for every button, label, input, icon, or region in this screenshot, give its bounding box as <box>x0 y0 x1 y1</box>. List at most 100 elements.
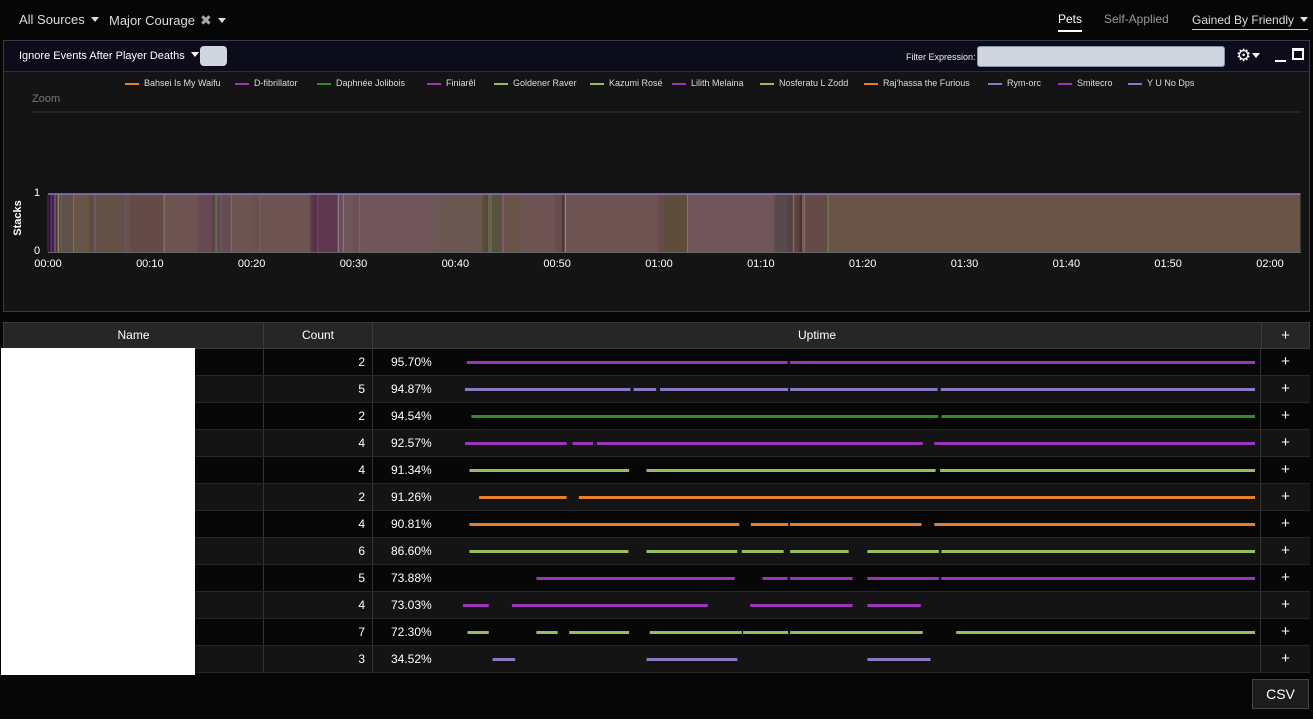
chevron-down-icon <box>1252 53 1261 58</box>
legend-item[interactable]: Finiarêl <box>427 78 476 88</box>
gained-by-dropdown[interactable]: Gained By Friendly <box>1192 13 1309 30</box>
zoom-label[interactable]: Zoom <box>32 93 60 105</box>
expand-row-button[interactable]: + <box>1261 538 1310 564</box>
top-bar: All Sources Major Courage ✖ Pets Self-App… <box>0 0 1313 40</box>
area-segment <box>828 194 1301 252</box>
legend-label: Rym-orc <box>1007 78 1041 88</box>
column-header-uptime[interactable]: Uptime <box>373 323 1262 348</box>
expand-row-button[interactable]: + <box>1261 484 1310 510</box>
expand-all-button[interactable]: + <box>1262 323 1309 348</box>
legend-item[interactable]: D-fibrillator <box>235 78 298 88</box>
count-cell: 2 <box>264 349 373 375</box>
legend-label: Nosferatu L Zodd <box>779 78 848 88</box>
expand-row-button[interactable]: + <box>1261 430 1310 456</box>
legend-item[interactable]: Daphnée Jolibois <box>317 78 406 88</box>
uptime-cell: 91.26% <box>373 484 1261 510</box>
table-row[interactable]: 4 73.03% + <box>3 592 1310 619</box>
legend-label: Raj'hassa the Furious <box>883 78 970 88</box>
uptime-cell: 86.60% <box>373 538 1261 564</box>
ignore-deaths-toggle[interactable] <box>200 46 227 66</box>
table-row[interactable]: 3 34.52% + <box>3 646 1310 673</box>
chart-panel-header: Ignore Events After Player Deaths Filter… <box>4 41 1309 72</box>
uptime-timeline <box>479 496 1255 499</box>
x-tick-label: 00:50 <box>543 258 571 270</box>
expand-row-button[interactable]: + <box>1261 619 1310 645</box>
redacted-name-column <box>1 348 195 675</box>
table-row[interactable]: 4 90.81% + <box>3 511 1310 538</box>
count-cell: 2 <box>264 403 373 429</box>
uptime-bar <box>646 469 936 472</box>
uptime-bar <box>941 550 1255 553</box>
legend-item[interactable]: Lilith Melaina <box>672 78 744 88</box>
table-row[interactable]: 7 72.30% + <box>3 619 1310 646</box>
table-row[interactable]: 2 95.70% + <box>3 349 1310 376</box>
uptime-cell: 72.30% <box>373 619 1261 645</box>
x-tick-label: 00:10 <box>136 258 164 270</box>
uptime-bar <box>790 577 853 580</box>
column-header-count[interactable]: Count <box>264 323 373 348</box>
table-row[interactable]: 5 94.87% + <box>3 376 1310 403</box>
uptime-bar <box>790 361 1255 364</box>
expand-row-button[interactable]: + <box>1261 376 1310 402</box>
uptime-cell: 94.54% <box>373 403 1261 429</box>
count-cell: 5 <box>264 565 373 591</box>
legend-label: D-fibrillator <box>254 78 298 88</box>
uptime-timeline <box>469 469 1255 472</box>
buff-dropdown[interactable]: Major Courage ✖ <box>109 12 226 29</box>
uptime-timeline <box>464 442 1255 445</box>
y-axis-label: Stacks <box>12 200 24 235</box>
expand-row-button[interactable]: + <box>1261 403 1310 429</box>
area-segment <box>216 194 311 252</box>
uptime-bar <box>466 361 788 364</box>
gained-by-label: Gained By Friendly <box>1192 13 1295 27</box>
uptime-bar <box>790 523 922 526</box>
legend-item[interactable]: Goldener Raver <box>494 78 577 88</box>
clear-icon[interactable]: ✖ <box>200 12 212 29</box>
table-row[interactable]: 4 92.57% + <box>3 430 1310 457</box>
ignore-deaths-dropdown[interactable]: Ignore Events After Player Deaths <box>19 50 199 62</box>
x-tick-label: 00:20 <box>238 258 266 270</box>
table-row[interactable]: 5 73.88% + <box>3 565 1310 592</box>
uptime-timeline <box>492 658 931 661</box>
uptime-bar <box>956 631 1255 634</box>
table-row[interactable]: 2 94.54% + <box>3 403 1310 430</box>
area-series-group <box>47 194 1301 252</box>
filter-expression-input[interactable] <box>977 46 1225 67</box>
legend-item[interactable]: Kazumi Rosé <box>590 78 663 88</box>
expand-row-button[interactable]: + <box>1261 592 1310 618</box>
legend-item[interactable]: Smitecro <box>1058 78 1113 88</box>
x-tick-label: 01:40 <box>1053 258 1081 270</box>
column-header-name[interactable]: Name <box>4 323 264 348</box>
x-tick-label: 01:50 <box>1154 258 1182 270</box>
expand-row-button[interactable]: + <box>1261 349 1310 375</box>
uptime-cell: 73.88% <box>373 565 1261 591</box>
expand-row-button[interactable]: + <box>1261 646 1310 672</box>
csv-export-button[interactable]: CSV <box>1252 679 1309 709</box>
uptime-bar <box>790 550 849 553</box>
y-tick-label: 1 <box>34 187 40 199</box>
expand-row-button[interactable]: + <box>1261 565 1310 591</box>
legend-item[interactable]: Raj'hassa the Furious <box>864 78 970 88</box>
minimize-icon[interactable] <box>1274 48 1287 64</box>
uptime-bar <box>941 577 1255 580</box>
tab-self-applied[interactable]: Self-Applied <box>1104 12 1169 26</box>
count-cell: 4 <box>264 430 373 456</box>
uptime-bar <box>867 604 921 607</box>
legend-item[interactable]: Rym-orc <box>988 78 1041 88</box>
legend-item[interactable]: Bahsei Is My Waifu <box>125 78 221 88</box>
legend-item[interactable]: Y U No Dps <box>1128 78 1195 88</box>
table-row[interactable]: 2 91.26% + <box>3 484 1310 511</box>
chevron-down-icon <box>90 17 99 22</box>
count-cell: 7 <box>264 619 373 645</box>
maximize-icon[interactable] <box>1292 48 1304 60</box>
stacks-chart[interactable]: Bahsei Is My Waifu D-fibrillator Daphnée J… <box>4 72 1309 312</box>
expand-row-button[interactable]: + <box>1261 511 1310 537</box>
tab-pets[interactable]: Pets <box>1058 12 1083 32</box>
table-row[interactable]: 4 91.34% + <box>3 457 1310 484</box>
expand-row-button[interactable]: + <box>1261 457 1310 483</box>
legend-item[interactable]: Nosferatu L Zodd <box>760 78 848 88</box>
table-row[interactable]: 6 86.60% + <box>3 538 1310 565</box>
gear-icon[interactable]: ⚙ <box>1236 46 1264 66</box>
source-dropdown[interactable]: All Sources <box>19 12 99 27</box>
uptime-bar <box>464 388 631 391</box>
